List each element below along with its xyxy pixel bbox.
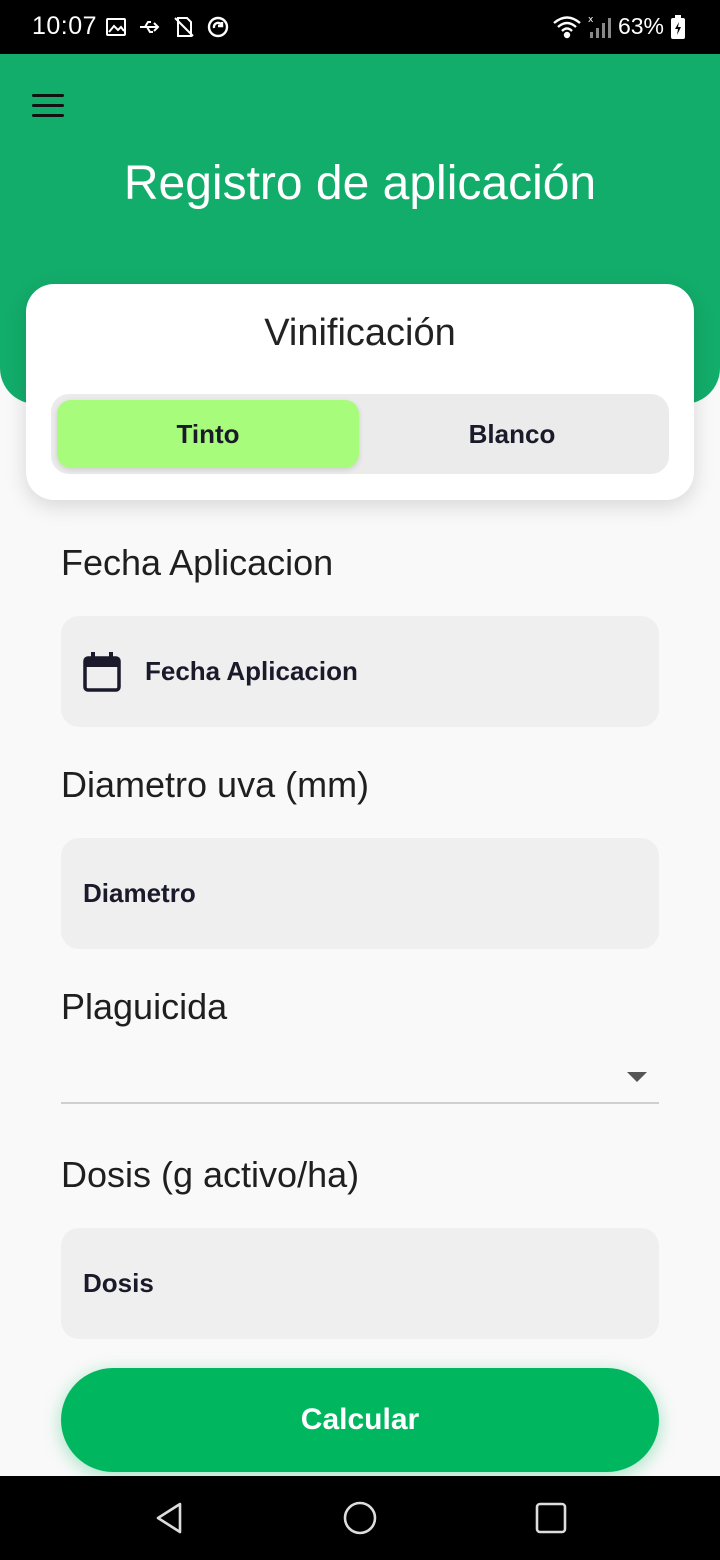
- status-icons-left: [104, 15, 230, 39]
- battery-icon: [671, 14, 685, 39]
- dosis-label: Dosis (g activo/ha): [61, 1154, 360, 1195]
- svg-text:x: x: [588, 15, 594, 25]
- calendar-icon: [83, 651, 121, 692]
- diametro-label: Diametro uva (mm): [61, 764, 370, 805]
- home-icon[interactable]: [340, 1498, 380, 1538]
- diametro-placeholder: Diametro: [83, 878, 196, 908]
- fecha-placeholder: Fecha Aplicacion: [145, 656, 358, 686]
- nav-bar: [0, 1476, 720, 1560]
- dropdown-arrow-icon: [627, 1072, 647, 1082]
- calcular-button[interactable]: Calcular: [61, 1368, 659, 1472]
- signal-icon: x: [588, 15, 611, 38]
- dosis-placeholder: Dosis: [83, 1268, 154, 1298]
- fecha-label: Fecha Aplicacion: [61, 542, 334, 583]
- wifi-icon: [553, 15, 581, 38]
- vinification-toggle: Tinto Blanco: [51, 394, 669, 474]
- diametro-field[interactable]: Diametro: [61, 838, 659, 949]
- menu-icon[interactable]: [32, 92, 66, 118]
- recents-icon[interactable]: [531, 1498, 571, 1538]
- no-sim-icon: [174, 17, 194, 37]
- back-icon[interactable]: [150, 1498, 190, 1538]
- vinification-title: Vinificación: [264, 312, 456, 354]
- usb-icon: [140, 21, 160, 33]
- tinto-option[interactable]: Tinto: [57, 400, 359, 468]
- gallery-icon: [106, 18, 126, 36]
- blanco-option[interactable]: Blanco: [361, 400, 663, 468]
- vinification-card: Vinificación Tinto Blanco: [26, 284, 694, 500]
- plaguicida-label: Plaguicida: [61, 986, 228, 1027]
- fecha-field[interactable]: Fecha Aplicacion: [61, 616, 659, 727]
- status-time: 10:07: [32, 12, 98, 40]
- status-bar: 10:07 x 63%: [0, 0, 720, 54]
- sync-icon: [207, 16, 229, 38]
- status-icons-right: x 63%: [552, 13, 686, 40]
- plaguicida-dropdown[interactable]: [61, 1042, 659, 1104]
- page-title: Registro de aplicación: [123, 157, 597, 210]
- battery-percent: 63%: [617, 13, 664, 39]
- dosis-field[interactable]: Dosis: [61, 1228, 659, 1339]
